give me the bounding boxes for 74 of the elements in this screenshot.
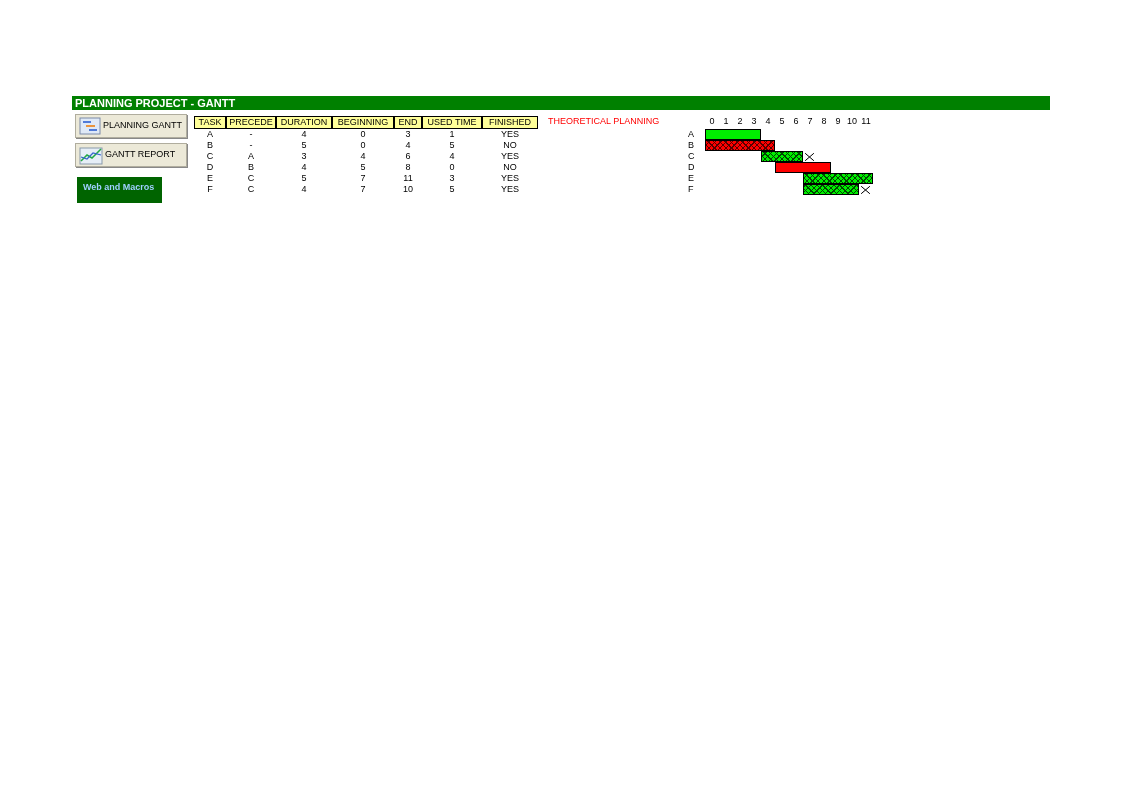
table-cell-text: YES (500, 129, 520, 140)
theoretical-planning-label: THEORETICAL PLANNING (548, 116, 661, 128)
task-label: C (688, 151, 696, 162)
table-cell-text: 4 (448, 151, 456, 162)
timeline-label: 5 (778, 116, 786, 128)
table-cell-text: 3 (404, 129, 412, 140)
table-cell-text: D (205, 162, 215, 173)
table-cell-text: 3 (300, 151, 308, 162)
table-cell-text: 4 (404, 140, 412, 151)
timeline-label: 1 (722, 116, 730, 128)
table-cell-text: 5 (300, 140, 308, 151)
timeline-label: 11 (860, 116, 872, 128)
timeline-label: 3 (750, 116, 758, 128)
table-cell-text: 8 (404, 162, 412, 173)
line-chart-icon (79, 145, 103, 165)
table-cell-text: 0 (448, 162, 456, 173)
table-cell-text: 6 (404, 151, 412, 162)
timeline-label: 8 (820, 116, 828, 128)
table-cell-text: 3 (448, 173, 456, 184)
table-cell-text: 0 (359, 129, 367, 140)
logo: Web and Macros (77, 177, 162, 203)
table-cell-text: 4 (300, 184, 308, 195)
timeline-label: 2 (736, 116, 744, 128)
table-cell-text: 4 (359, 151, 367, 162)
table-cell-text: E (206, 173, 214, 184)
table-cell-text: NO (502, 162, 518, 173)
timeline-label: 7 (806, 116, 814, 128)
timeline-label: 4 (764, 116, 772, 128)
timeline-label: 9 (834, 116, 842, 128)
column-header: TASK (194, 116, 226, 129)
table-cell-text: 4 (300, 129, 308, 140)
table-cell-text: B (247, 162, 255, 173)
table-cell-text: - (248, 140, 254, 151)
chart-icon (79, 117, 101, 135)
table-cell-text: 7 (359, 184, 367, 195)
table-cell-text: - (248, 129, 254, 140)
table-cell-text: 4 (300, 162, 308, 173)
table-cell-text: YES (500, 173, 520, 184)
table-cell-text: A (206, 129, 214, 140)
task-label: A (688, 129, 695, 140)
title-bar: PLANNING PROJECT - GANTT (72, 96, 1050, 110)
timeline-label: 10 (846, 116, 858, 128)
table-cell-text: C (205, 151, 215, 162)
table-cell-text: C (246, 184, 256, 195)
task-label: E (688, 173, 695, 184)
macro-button[interactable]: GANTT REPORT (75, 143, 187, 167)
column-header: FINISHED (482, 116, 538, 129)
column-header: BEGINNING (332, 116, 394, 129)
macro-button[interactable]: PLANNING GANTT (75, 114, 187, 138)
timeline-label: 0 (708, 116, 716, 128)
task-label: B (688, 140, 695, 151)
column-header: END (394, 116, 422, 129)
table-cell-text: 5 (448, 140, 456, 151)
table-cell-text: 7 (359, 173, 367, 184)
column-header: DURATION (276, 116, 332, 129)
table-cell-text: 5 (448, 184, 456, 195)
table-cell-text: YES (500, 151, 520, 162)
column-header: PRECEDE (226, 116, 276, 129)
table-cell-text: 10 (402, 184, 414, 195)
table-cell-text: 1 (448, 129, 456, 140)
table-cell-text: C (246, 173, 256, 184)
table-cell-text: 11 (402, 173, 414, 184)
table-cell-text: B (206, 140, 214, 151)
task-label: F (688, 184, 695, 195)
timeline-label: 6 (792, 116, 800, 128)
table-cell-text: A (247, 151, 255, 162)
task-label: D (688, 162, 696, 173)
table-cell-text: NO (502, 140, 518, 151)
table-cell-text: 5 (359, 162, 367, 173)
table-cell-text: 0 (359, 140, 367, 151)
table-cell-text: 5 (300, 173, 308, 184)
table-cell-text: F (206, 184, 214, 195)
column-header: USED TIME (422, 116, 482, 129)
table-cell-text: YES (500, 184, 520, 195)
